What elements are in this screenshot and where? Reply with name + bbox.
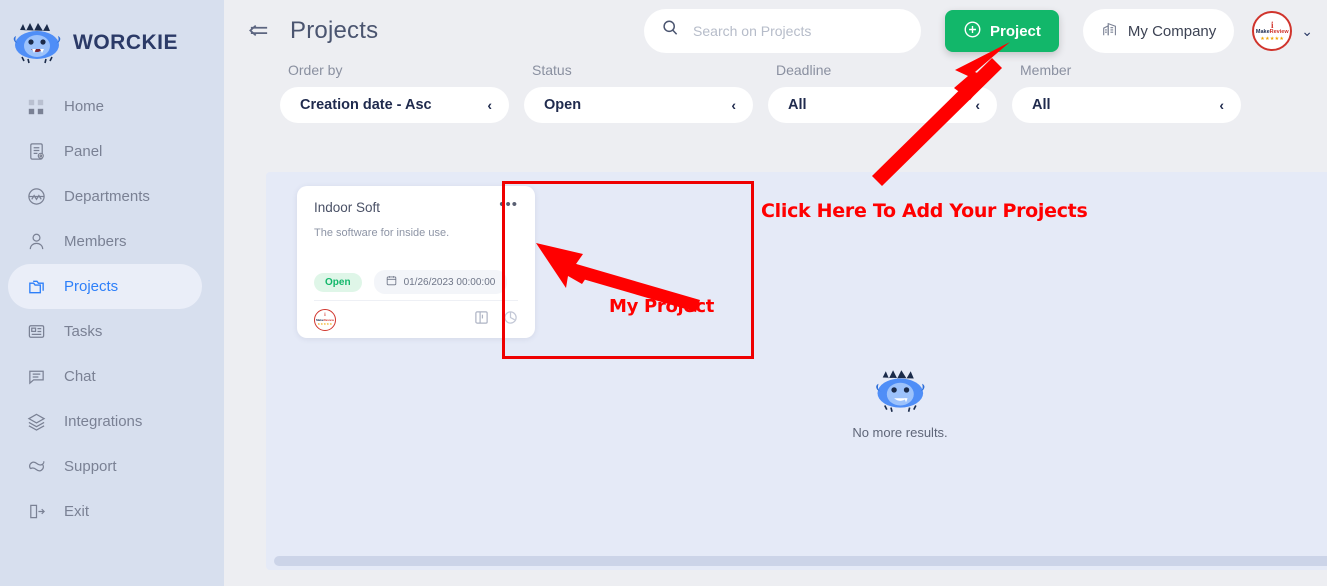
filter-deadline-select[interactable]: All ‹	[768, 87, 997, 123]
project-card-footer: i MakeReview ★★★★★	[314, 300, 518, 338]
support-icon	[25, 456, 47, 478]
tasks-icon	[25, 321, 47, 343]
sidebar-item-exit[interactable]: Exit	[8, 489, 202, 534]
project-title: Indoor Soft	[314, 200, 381, 215]
filter-order-by: Order by Creation date - Asc ‹	[280, 62, 524, 140]
filter-label: Member	[1020, 62, 1072, 78]
sidebar-item-label: Panel	[64, 143, 103, 160]
horizontal-scrollbar[interactable]	[274, 556, 1327, 566]
sidebar-item-label: Members	[64, 233, 127, 250]
collapse-sidebar-icon[interactable]	[244, 16, 274, 46]
sidebar-item-label: Departments	[64, 188, 150, 205]
sidebar-item-tasks[interactable]: Tasks	[8, 309, 202, 354]
avatar-stars: ★★★★★	[317, 322, 333, 326]
search-box[interactable]	[644, 9, 922, 53]
top-header: Projects Project	[224, 0, 1327, 62]
filter-value: Creation date - Asc	[300, 97, 432, 113]
project-description: The software for inside use.	[314, 227, 450, 239]
filter-deadline: Deadline All ‹	[768, 62, 1012, 140]
page-title: Projects	[290, 17, 379, 44]
filter-bar: Order by Creation date - Asc ‹ Status Op…	[224, 62, 1327, 140]
building-icon	[1101, 20, 1119, 42]
empty-state-text: No more results.	[852, 425, 948, 440]
folder-icon	[25, 276, 47, 298]
sidebar-item-support[interactable]: Support	[8, 444, 202, 489]
project-member-avatar[interactable]: i MakeReview ★★★★★	[314, 308, 336, 331]
search-input[interactable]	[693, 23, 906, 39]
departments-icon	[25, 186, 47, 208]
avatar-stars: ★★★★★	[1260, 35, 1285, 42]
worckie-mascot-icon	[10, 22, 64, 64]
avatar-brand: MakeReview	[1255, 28, 1289, 35]
chevron-down-icon[interactable]: ⌄	[1301, 23, 1313, 40]
chevron-left-icon: ‹	[731, 97, 736, 113]
sidebar-item-projects[interactable]: Projects	[8, 264, 202, 309]
filter-status: Status Open ‹	[524, 62, 768, 140]
project-card-actions	[474, 310, 518, 330]
user-menu[interactable]: i MakeReview ★★★★★ ⌄	[1252, 11, 1313, 51]
filter-order-by-select[interactable]: Creation date - Asc ‹	[280, 87, 509, 123]
sidebar-item-members[interactable]: Members	[8, 219, 202, 264]
sidebar-nav: Home Panel Departments Members Projects …	[0, 84, 224, 534]
status-badge: Open	[314, 272, 362, 292]
filter-label: Status	[532, 62, 572, 78]
sidebar-item-panel[interactable]: Panel	[8, 129, 202, 174]
sidebar-item-chat[interactable]: Chat	[8, 354, 202, 399]
projects-panel: Indoor Soft ••• The software for inside …	[266, 172, 1327, 570]
chevron-left-icon: ‹	[487, 97, 492, 113]
board-icon[interactable]	[474, 310, 489, 330]
worckie-mascot-icon	[872, 368, 928, 414]
filter-member: Member All ‹	[1012, 62, 1256, 140]
filter-label: Deadline	[776, 62, 832, 78]
sidebar-item-label: Integrations	[64, 413, 143, 430]
search-icon	[660, 18, 681, 44]
user-icon	[25, 231, 47, 253]
panel-icon	[25, 141, 47, 163]
filter-value: All	[788, 97, 807, 113]
project-meta: Open 01/26/2023 00:00:00	[314, 270, 508, 294]
avatar-i: i	[1271, 19, 1274, 30]
project-card-header: Indoor Soft •••	[314, 197, 518, 215]
sidebar-item-label: Tasks	[64, 323, 103, 340]
chevron-left-icon: ‹	[1219, 97, 1224, 113]
sidebar-item-departments[interactable]: Departments	[8, 174, 202, 219]
sidebar: WORCKIE Home Panel Departments Members P…	[0, 0, 224, 586]
filter-member-select[interactable]: All ‹	[1012, 87, 1241, 123]
main-area: Projects Project	[224, 0, 1327, 586]
deadline-text: 01/26/2023 00:00:00	[403, 276, 496, 288]
more-options-icon[interactable]: •••	[499, 197, 518, 212]
filter-label: Order by	[288, 62, 343, 78]
avatar[interactable]: i MakeReview ★★★★★	[1252, 11, 1293, 51]
sidebar-item-label: Exit	[64, 503, 90, 520]
sidebar-item-label: Support	[64, 458, 117, 475]
grid-icon	[25, 96, 47, 118]
brand-name: WORCKIE	[73, 31, 178, 54]
chat-icon	[25, 366, 47, 388]
deadline-badge: 01/26/2023 00:00:00	[373, 270, 508, 294]
chevron-left-icon: ‹	[975, 97, 980, 113]
add-project-label: Project	[990, 22, 1041, 40]
sidebar-item-integrations[interactable]: Integrations	[8, 399, 202, 444]
chart-icon[interactable]	[503, 310, 518, 330]
empty-state: No more results.	[852, 368, 948, 440]
exit-icon	[25, 501, 47, 523]
filter-value: Open	[544, 97, 582, 113]
app-root: WORCKIE Home Panel Departments Members P…	[0, 0, 1327, 586]
sidebar-item-label: Chat	[64, 368, 96, 385]
my-company-label: My Company	[1127, 22, 1217, 40]
project-card[interactable]: Indoor Soft ••• The software for inside …	[297, 186, 535, 338]
add-project-button[interactable]: Project	[945, 10, 1059, 52]
filter-value: All	[1032, 97, 1051, 113]
calendar-icon	[386, 275, 397, 289]
filter-status-select[interactable]: Open ‹	[524, 87, 753, 123]
layers-icon	[25, 411, 47, 433]
plus-circle-icon	[963, 20, 982, 43]
sidebar-item-label: Projects	[64, 278, 119, 295]
sidebar-item-label: Home	[64, 98, 105, 115]
my-company-button[interactable]: My Company	[1082, 9, 1235, 53]
brand[interactable]: WORCKIE	[0, 0, 224, 68]
sidebar-item-home[interactable]: Home	[8, 84, 202, 129]
